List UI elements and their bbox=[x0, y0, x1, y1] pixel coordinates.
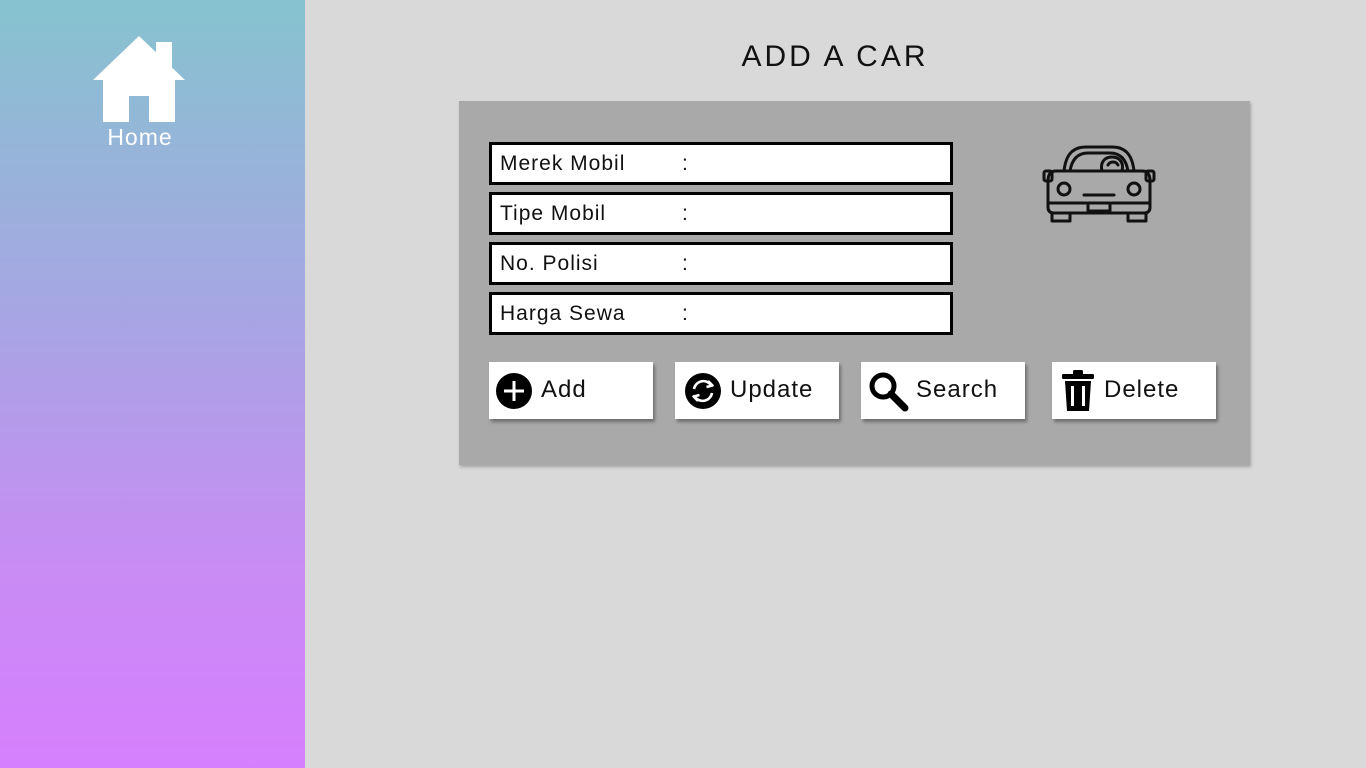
update-button[interactable]: Update bbox=[675, 362, 839, 419]
harga-sewa-input[interactable] bbox=[702, 299, 946, 330]
car-icon bbox=[1042, 145, 1156, 223]
delete-button-label: Delete bbox=[1104, 376, 1180, 403]
harga-sewa-field[interactable]: Harga Sewa : bbox=[489, 292, 953, 335]
update-button-label: Update bbox=[730, 376, 814, 403]
sidebar: Home bbox=[0, 0, 305, 768]
no-polisi-input[interactable] bbox=[702, 249, 946, 280]
home-label: Home bbox=[107, 124, 173, 150]
add-button[interactable]: Add bbox=[489, 362, 653, 419]
search-button-label: Search bbox=[916, 376, 999, 403]
home-nav-item[interactable]: Home bbox=[90, 34, 190, 154]
merek-mobil-input[interactable] bbox=[702, 149, 946, 180]
home-icon bbox=[93, 36, 185, 122]
add-button-label: Add bbox=[541, 376, 587, 403]
car-form-panel: Merek Mobil : Tipe Mobil : No. Polisi : … bbox=[459, 101, 1250, 465]
merek-mobil-label: Merek Mobil bbox=[500, 152, 626, 175]
merek-mobil-field[interactable]: Merek Mobil : bbox=[489, 142, 953, 185]
field-separator: : bbox=[682, 202, 688, 225]
field-separator: : bbox=[682, 152, 688, 175]
trash-icon bbox=[1062, 370, 1094, 411]
tipe-mobil-field[interactable]: Tipe Mobil : bbox=[489, 192, 953, 235]
harga-sewa-label: Harga Sewa bbox=[500, 302, 626, 325]
field-separator: : bbox=[682, 302, 688, 325]
search-button[interactable]: Search bbox=[861, 362, 1025, 419]
no-polisi-label: No. Polisi bbox=[500, 252, 599, 275]
no-polisi-field[interactable]: No. Polisi : bbox=[489, 242, 953, 285]
tipe-mobil-label: Tipe Mobil bbox=[500, 202, 607, 225]
page-title: ADD A CAR bbox=[741, 40, 929, 73]
tipe-mobil-input[interactable] bbox=[702, 199, 946, 230]
field-separator: : bbox=[682, 252, 688, 275]
delete-button[interactable]: Delete bbox=[1052, 362, 1216, 419]
refresh-icon bbox=[685, 373, 721, 409]
plus-circle-icon bbox=[496, 373, 532, 409]
search-icon bbox=[869, 372, 909, 412]
